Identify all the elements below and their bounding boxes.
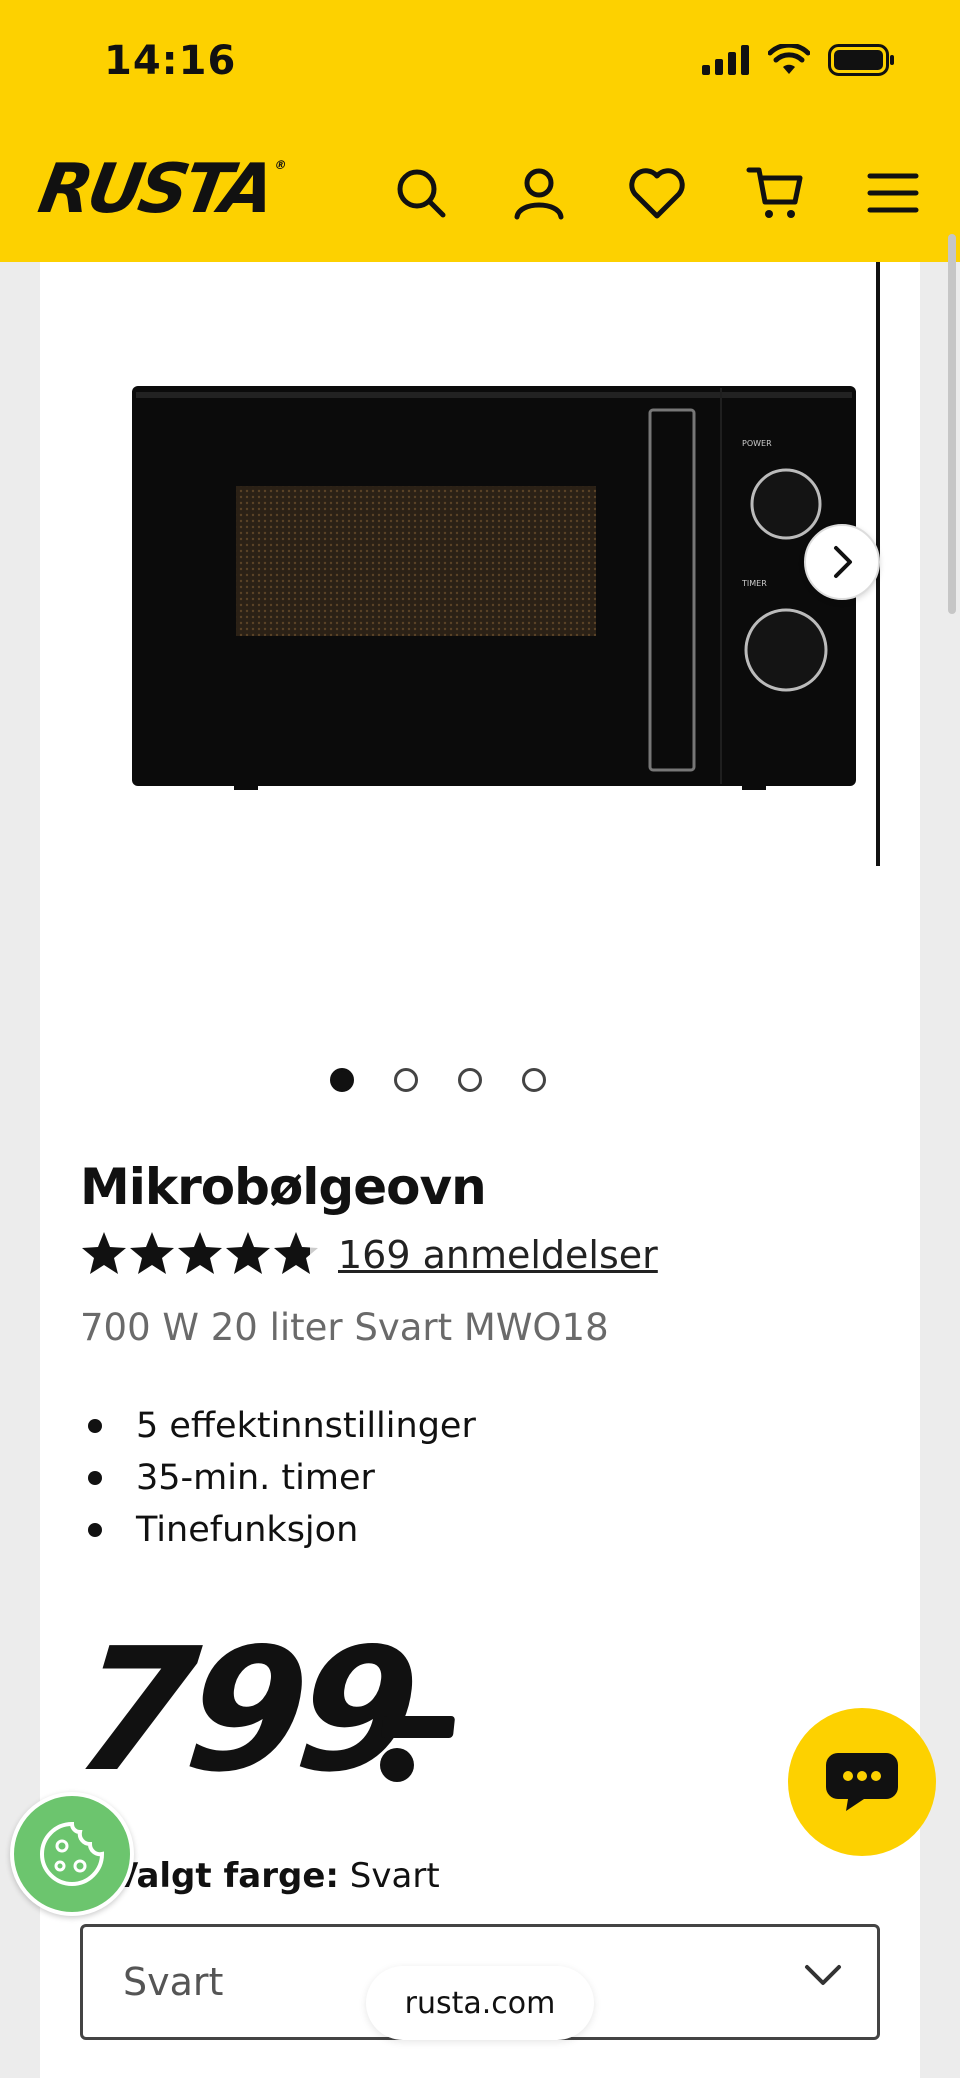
svg-text:TIMER: TIMER [741,579,767,588]
product-price: 799 [67,1612,420,1810]
search-icon[interactable] [382,154,460,232]
chevron-down-icon [805,1965,841,1985]
price-dash [380,1716,456,1738]
browser-url[interactable]: rusta.com [366,1966,594,2040]
page-scrollbar[interactable] [948,234,956,614]
menu-icon[interactable] [854,154,932,232]
feature-list: 5 effektinnstillinger 35-min. timer Tine… [80,1400,476,1556]
status-icons [702,44,896,76]
cart-icon[interactable] [736,154,814,232]
star-icon-1 [82,1232,126,1274]
star-icon-2 [130,1232,174,1274]
list-item: 5 effektinnstillinger [80,1400,476,1452]
rusta-logo[interactable]: RUSTA® [33,150,285,229]
carousel-dot-1[interactable] [330,1068,354,1092]
carousel-dot-2[interactable] [394,1068,418,1092]
list-item: Tinefunksjon [80,1504,476,1556]
product-subtitle: 700 W 20 liter Svart MWO18 [80,1306,609,1349]
carousel-dot-3[interactable] [458,1068,482,1092]
chat-icon [826,1753,898,1811]
image-carousel[interactable]: POWER TIMER [40,262,920,1082]
svg-text:POWER: POWER [742,439,772,448]
cookie-settings-button[interactable] [10,1792,134,1916]
list-item: 35-min. timer [80,1452,476,1504]
carousel-dot-4[interactable] [522,1068,546,1092]
price-dot [380,1748,414,1782]
status-time: 14:16 [104,38,237,84]
carousel-next-button[interactable] [804,524,880,600]
header: 14:16 RUSTA® [0,0,960,262]
color-label-key: Valgt farge: [112,1856,339,1896]
star-icon-4 [226,1232,270,1274]
product-title: Mikrobølgeovn [80,1158,487,1216]
account-icon[interactable] [500,154,578,232]
carousel-dots [330,1068,546,1092]
signal-icon [702,45,749,75]
cookie-icon [40,1821,105,1886]
color-select-value: Svart [123,1960,224,2004]
wifi-icon [768,44,810,74]
header-nav [382,154,932,232]
chevron-right-icon [834,546,852,578]
color-label-value: Svart [349,1856,440,1896]
heart-icon[interactable] [618,154,696,232]
product-image[interactable]: POWER TIMER [130,374,858,794]
selected-color-label: Valgt farge: Svart [112,1856,440,1896]
chat-button[interactable] [788,1708,936,1856]
product-rating: 169 anmeldelser [80,1230,658,1280]
reviews-link[interactable]: 169 anmeldelser [338,1233,658,1277]
battery-icon [828,44,894,76]
star-icon-5 [274,1232,318,1274]
star-icon-3 [178,1232,222,1274]
rating-stars [80,1230,324,1280]
